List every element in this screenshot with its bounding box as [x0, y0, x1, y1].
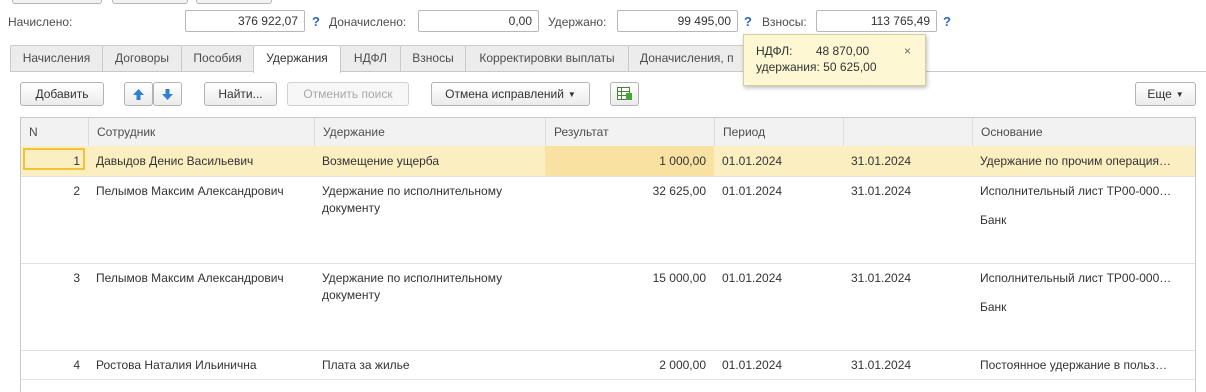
period-end-cell: 31.01.2024: [851, 154, 912, 168]
result-cell: 1 000,00: [659, 154, 706, 168]
column-header-n[interactable]: N: [21, 118, 88, 146]
find-button[interactable]: Найти...: [204, 82, 277, 106]
basis-cell: Удержание по прочим операция…: [980, 154, 1171, 168]
additional-label: Доначислено:: [329, 15, 407, 29]
more-label: Еще: [1147, 87, 1172, 101]
withheld-field[interactable]: 99 495,00: [617, 10, 738, 32]
period-start-cell: 01.01.2024: [722, 358, 783, 372]
top-toolbar-button[interactable]: [112, 0, 188, 4]
period-end-cell: 31.01.2024: [851, 184, 912, 198]
contrib-label: Взносы:: [762, 15, 807, 29]
arrow-down-icon: [162, 89, 173, 100]
tab-payment-corrections[interactable]: Корректировки выплаты: [465, 45, 629, 71]
accrued-label: Начислено:: [8, 15, 73, 29]
deductions-table: N Сотрудник Удержание Результат Период О…: [20, 117, 1196, 392]
row-number: 2: [73, 184, 80, 198]
additional-field[interactable]: 0,00: [418, 10, 539, 32]
column-header-result[interactable]: Результат: [545, 118, 714, 146]
basis-cell: Исполнительный лист ТР00-000…: [980, 184, 1172, 198]
top-toolbar-button[interactable]: [12, 0, 102, 4]
table-row[interactable]: 1 Давыдов Денис Васильевич Возмещение ущ…: [21, 146, 1195, 177]
cancel-search-button[interactable]: Отменить поиск: [287, 82, 409, 106]
period-start-cell: 01.01.2024: [722, 271, 783, 285]
basis-cell: Постоянное удержание в польз…: [980, 358, 1168, 372]
tab-ndfl[interactable]: НДФЛ: [340, 45, 401, 71]
accrued-help-icon[interactable]: ?: [312, 14, 320, 29]
column-header-deduction[interactable]: Удержание: [314, 118, 545, 146]
employee-cell: Ростова Наталия Ильинична: [96, 358, 257, 372]
period-end-cell: 31.01.2024: [851, 358, 912, 372]
tab-contracts[interactable]: Договоры: [102, 45, 182, 71]
period-start-cell: 01.01.2024: [722, 184, 783, 198]
table-row[interactable]: 4 Ростова Наталия Ильинична Плата за жил…: [21, 350, 1195, 380]
employee-cell: Пелымов Максим Александрович: [96, 271, 284, 285]
tooltip-ndfl-label: НДФЛ:: [756, 44, 793, 58]
top-toolbar-button[interactable]: [196, 0, 272, 4]
withheld-help-icon[interactable]: ?: [744, 14, 752, 29]
chevron-down-icon: ▼: [1175, 90, 1184, 99]
row-number: 4: [73, 358, 80, 372]
column-header-employee[interactable]: Сотрудник: [88, 118, 314, 146]
spreadsheet-button[interactable]: [610, 82, 639, 106]
chevron-down-icon: ▼: [567, 90, 576, 99]
tooltip-ndfl-value: 48 870,00: [815, 44, 870, 58]
result-cell: 32 625,00: [652, 184, 706, 198]
move-down-button[interactable]: [153, 82, 182, 106]
tooltip-line-ndfl: НДФЛ: 48 870,00: [756, 43, 913, 59]
table-row[interactable]: 3 Пелымов Максим Александрович Удержание…: [21, 263, 1195, 351]
withheld-tooltip: НДФЛ: 48 870,00 удержания: 50 625,00 ×: [743, 34, 926, 86]
deduction-cell: Возмещение ущерба: [322, 154, 440, 168]
arrow-up-icon: [133, 89, 144, 100]
cancel-corrections-label: Отмена исправлений: [445, 87, 564, 101]
withheld-label: Удержано:: [548, 15, 607, 29]
bank-cell: Банк: [980, 213, 1007, 227]
spreadsheet-icon: [616, 87, 632, 100]
table-header: N Сотрудник Удержание Результат Период О…: [21, 118, 1195, 147]
row-number: 3: [73, 271, 80, 285]
employee-cell: Пелымов Максим Александрович: [96, 184, 284, 198]
deduction-cell: Удержание по исполнительному документу: [322, 184, 503, 215]
column-header-period-end[interactable]: [843, 118, 972, 146]
basis-cell: Исполнительный лист ТР00-000…: [980, 271, 1172, 285]
contrib-field[interactable]: 113 765,49: [816, 10, 937, 32]
deduction-cell: Удержание по исполнительному документу: [322, 271, 503, 302]
accrued-field[interactable]: 376 922,07: [185, 10, 305, 32]
column-header-period[interactable]: Период: [714, 118, 843, 146]
tab-benefits[interactable]: Пособия: [181, 45, 254, 71]
table-row[interactable]: 2 Пелымов Максим Александрович Удержание…: [21, 176, 1195, 264]
tab-accruals[interactable]: Начисления: [10, 45, 103, 71]
employee-cell: Давыдов Денис Васильевич: [96, 154, 254, 168]
move-up-button[interactable]: [124, 82, 153, 106]
more-button[interactable]: Еще ▼: [1135, 82, 1196, 106]
tab-deductions[interactable]: Удержания: [253, 45, 341, 73]
period-end-cell: 31.01.2024: [851, 271, 912, 285]
bank-cell: Банк: [980, 300, 1007, 314]
tooltip-line-deductions: удержания: 50 625,00: [756, 60, 877, 74]
deduction-cell: Плата за жилье: [322, 358, 410, 372]
column-header-basis[interactable]: Основание: [972, 118, 1195, 146]
cancel-corrections-button[interactable]: Отмена исправлений ▼: [431, 82, 590, 106]
tab-contributions[interactable]: Взносы: [400, 45, 466, 71]
add-button[interactable]: Добавить: [20, 82, 104, 106]
period-start-cell: 01.01.2024: [722, 154, 783, 168]
result-cell: 2 000,00: [659, 358, 706, 372]
result-cell: 15 000,00: [652, 271, 706, 285]
row-number: 1: [73, 154, 80, 168]
close-icon[interactable]: ×: [904, 43, 911, 59]
tab-bar: Начисления Договоры Пособия Удержания НД…: [10, 45, 1206, 73]
contrib-help-icon[interactable]: ?: [943, 14, 951, 29]
